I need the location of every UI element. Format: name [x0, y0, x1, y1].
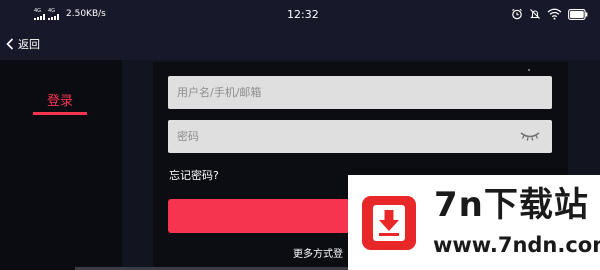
- clock: 12:32: [287, 8, 319, 21]
- alarm-icon: [512, 8, 522, 20]
- username-input[interactable]: [168, 76, 552, 109]
- download-logo-icon: [362, 196, 416, 250]
- username-field: [168, 76, 552, 109]
- password-input[interactable]: [168, 120, 552, 153]
- tab-active-indicator: [33, 112, 87, 115]
- signal-indicators: 4G 4G: [34, 9, 59, 20]
- eye-closed-icon[interactable]: [520, 130, 540, 142]
- password-field: [168, 120, 552, 153]
- mute-icon: [530, 9, 540, 19]
- watermark-overlay: 7n下载站 www.7ndn.com: [348, 175, 600, 270]
- network-speed: 2.50KB/s: [66, 9, 106, 19]
- battery-icon: [568, 8, 588, 20]
- top-nav: 返回: [0, 28, 600, 60]
- scroll-indicator: [528, 69, 530, 71]
- back-button[interactable]: 返回: [6, 34, 40, 54]
- status-icons: [511, 8, 588, 20]
- watermark-url: www.7ndn.com: [433, 233, 600, 257]
- more-login-methods[interactable]: 更多方式登: [293, 245, 343, 260]
- signal-bars-icon: [34, 14, 45, 20]
- watermark-title: 7n下载站: [434, 185, 589, 225]
- signal-1: 4G: [34, 9, 45, 20]
- sidebar: 登录: [0, 60, 122, 270]
- tab-login[interactable]: 登录: [33, 90, 87, 118]
- login-screen: 4G 4G 2.50KB/s 12:32 返回 登录 用户名/手机/邮箱 忘记密…: [0, 0, 600, 270]
- status-bar: 4G 4G 2.50KB/s 12:32: [0, 0, 600, 28]
- tab-login-label: 登录: [46, 94, 73, 109]
- chevron-left-icon: [6, 38, 14, 50]
- forgot-password-link[interactable]: 忘记密码?: [169, 167, 219, 183]
- signal-bars-icon: [48, 14, 59, 20]
- signal-2: 4G: [48, 9, 59, 20]
- back-label: 返回: [18, 38, 40, 51]
- wifi-icon: [547, 8, 562, 20]
